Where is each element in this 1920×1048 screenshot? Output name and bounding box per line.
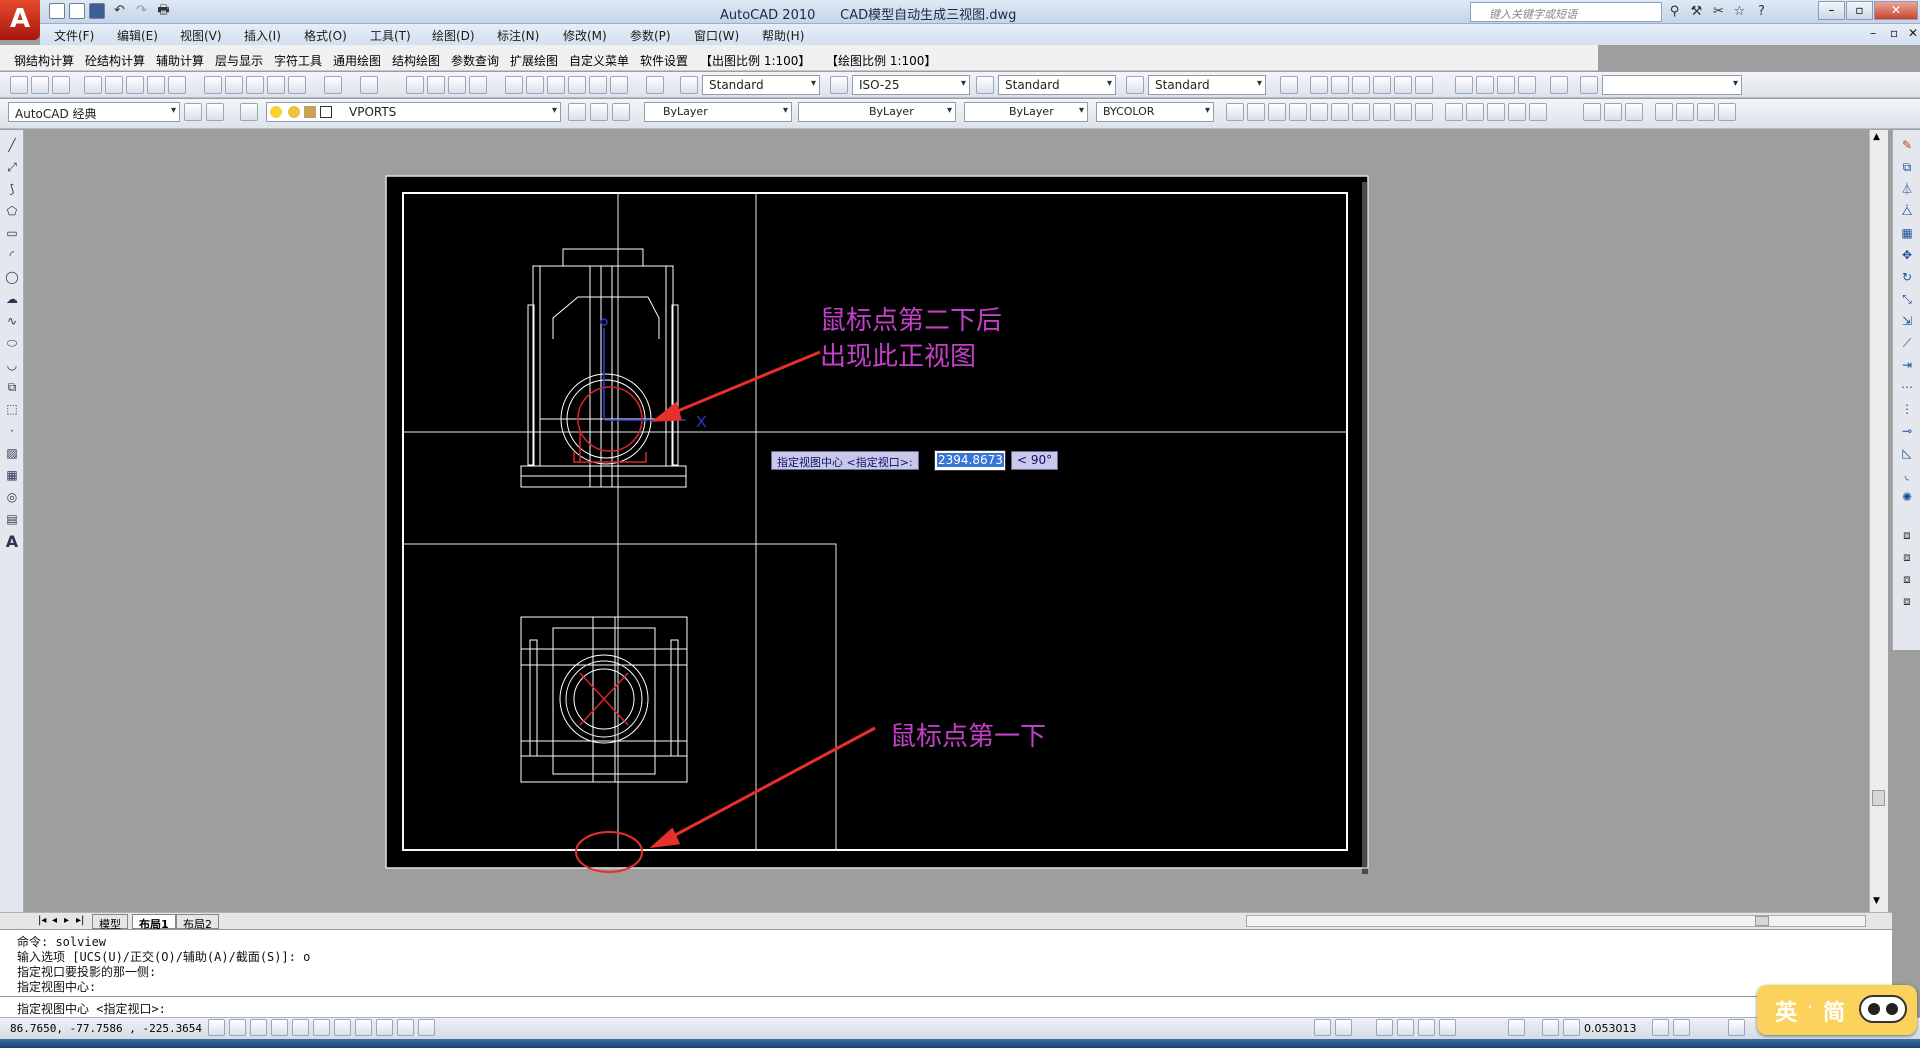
command-history-line: 指定视图中心: bbox=[17, 980, 97, 994]
object-snap-tracking-icon[interactable] bbox=[334, 1019, 351, 1036]
ime-toolbar[interactable]: 英 · 简 bbox=[1757, 985, 1917, 1035]
auto-scale-icon[interactable] bbox=[1673, 1019, 1690, 1036]
layout-border bbox=[402, 192, 1348, 851]
infer-constraints-icon[interactable] bbox=[208, 1019, 225, 1036]
ortho-mode-icon[interactable] bbox=[271, 1019, 288, 1036]
dynamic-input-value[interactable]: 2394.8673 bbox=[937, 453, 1004, 467]
viewport-top-view bbox=[402, 543, 837, 851]
application-menu-button[interactable]: A bbox=[0, 0, 40, 40]
drawing-canvas[interactable]: X bbox=[0, 0, 1920, 1048]
lineweight-toggle-icon[interactable] bbox=[397, 1019, 414, 1036]
ime-language-toggle[interactable]: 英 bbox=[1775, 995, 1797, 1027]
model-paper-icon[interactable] bbox=[1314, 1019, 1331, 1036]
front-view-red-section bbox=[573, 386, 647, 463]
showmotion-icon[interactable] bbox=[1439, 1019, 1456, 1036]
quick-view-layouts-icon[interactable] bbox=[1335, 1019, 1352, 1036]
zoom-status-icon[interactable] bbox=[1397, 1019, 1414, 1036]
ucs-x-label: X bbox=[696, 414, 707, 431]
object-snap-icon[interactable] bbox=[313, 1019, 330, 1036]
tab-model[interactable]: 模型 bbox=[92, 914, 128, 931]
click-point-circle bbox=[575, 831, 643, 873]
dynamic-input-field[interactable]: 2394.8673 bbox=[934, 450, 1006, 471]
ime-separator: · bbox=[1807, 997, 1813, 1018]
layout-tabs-bar: |◂ ◂ ▸ ▸| 模型 布局1 布局2 bbox=[0, 912, 1892, 931]
status-bar: 86.7650, -77.7586 , -225.3654 0.053013 bbox=[0, 1017, 1920, 1039]
grid-display-icon[interactable] bbox=[250, 1019, 267, 1036]
command-divider bbox=[0, 996, 1892, 997]
annotation-visibility-icon[interactable] bbox=[1542, 1019, 1559, 1036]
workspace-switching-icon[interactable] bbox=[1728, 1019, 1745, 1036]
polar-tracking-icon[interactable] bbox=[292, 1019, 309, 1036]
dynamic-ucs-icon[interactable] bbox=[355, 1019, 372, 1036]
annotation-arrow-top bbox=[651, 350, 821, 422]
viewport-scale-icon[interactable] bbox=[1563, 1019, 1580, 1036]
snap-mode-icon[interactable] bbox=[229, 1019, 246, 1036]
dynamic-input-icon[interactable] bbox=[376, 1019, 393, 1036]
ime-mascot-icon[interactable] bbox=[1859, 995, 1907, 1023]
windows-taskbar bbox=[0, 1039, 1920, 1048]
tab-layout2[interactable]: 布局2 bbox=[176, 914, 219, 931]
command-prompt-input[interactable]: 指定视图中心 <指定视口>: bbox=[17, 1000, 166, 1017]
last-tab-arrow-icon[interactable]: ▸| bbox=[70, 914, 90, 929]
ime-simplified-toggle[interactable]: 简 bbox=[1823, 995, 1845, 1027]
annotation-text-line1: 鼠标点第二下后 bbox=[820, 306, 1003, 336]
horizontal-scrollbar[interactable] bbox=[1246, 915, 1866, 927]
annotation-scale-icon[interactable] bbox=[1652, 1019, 1669, 1036]
tab-layout1[interactable]: 布局1 bbox=[132, 914, 176, 931]
quick-properties-icon[interactable] bbox=[418, 1019, 435, 1036]
coordinate-display[interactable]: 86.7650, -77.7586 , -225.3654 bbox=[10, 1022, 202, 1035]
annotation-text-bottom: 鼠标点第一下 bbox=[890, 722, 1047, 752]
dynamic-input-prompt: 指定视图中心 <指定视口>: bbox=[771, 451, 919, 470]
pan-status-icon[interactable] bbox=[1376, 1019, 1393, 1036]
horizontal-scroll-thumb[interactable] bbox=[1755, 916, 1769, 926]
viewport-scale-value[interactable]: 0.053013 bbox=[1584, 1022, 1637, 1035]
top-view-red-cross bbox=[579, 672, 629, 726]
steering-wheel-icon[interactable] bbox=[1418, 1019, 1435, 1036]
dynamic-input-angle[interactable]: < 90° bbox=[1011, 451, 1059, 470]
maximize-viewport-icon[interactable] bbox=[1508, 1019, 1525, 1036]
command-window[interactable]: 命令: solview 输入选项 [UCS(U)/正交(O)/辅助(A)/截面(… bbox=[0, 929, 1892, 1017]
annotation-text-line2: 出现此正视图 bbox=[820, 342, 977, 372]
